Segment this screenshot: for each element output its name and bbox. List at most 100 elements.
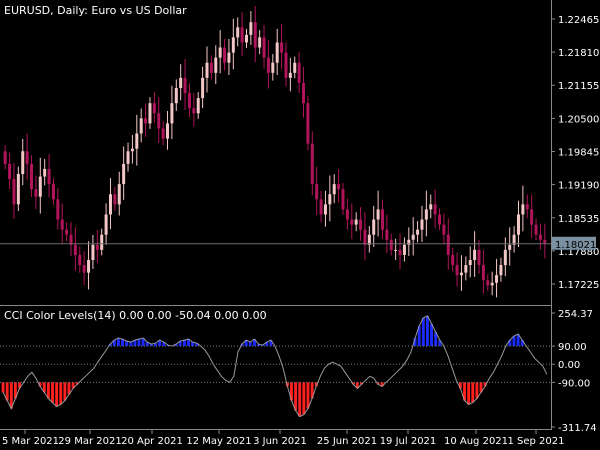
candle-body: [91, 244, 95, 260]
candle-body: [499, 265, 503, 276]
candle-body: [288, 72, 292, 78]
candle-body: [473, 249, 477, 260]
price-tick-label: 1.19190: [558, 181, 599, 192]
candle-body: [376, 209, 380, 220]
chart-canvas: 1.22465 1.21810 1.21155 1.20500 1.19845 1.191…: [0, 0, 599, 447]
candle-body: [538, 234, 542, 240]
candle-body: [446, 234, 450, 255]
candle-body: [332, 184, 336, 195]
candle-body: [25, 151, 29, 164]
candle-body: [385, 229, 389, 240]
price-tick-label: 1.17225: [558, 280, 599, 291]
candle-body: [201, 77, 205, 99]
candle-body: [144, 118, 148, 124]
candle-body: [525, 204, 529, 210]
candle-body: [87, 260, 91, 273]
candle-body: [157, 113, 161, 129]
candle-body: [236, 27, 240, 38]
price-tick-label: 1.18535: [558, 214, 599, 225]
cci-line: [2, 315, 548, 418]
candle-body: [345, 209, 349, 220]
indicator-tick-label: 0.00: [558, 360, 580, 371]
candle-body: [73, 244, 77, 255]
candle-body: [95, 244, 99, 250]
date-tick-label: 5 Mar 2021: [2, 436, 59, 447]
candle-body: [51, 184, 55, 200]
candle-body: [508, 244, 512, 250]
candle-body: [530, 209, 534, 225]
candle-body: [424, 209, 428, 220]
candle-body: [174, 88, 178, 104]
cci-indicator-series[interactable]: [1, 315, 548, 418]
candle-body: [12, 179, 16, 205]
candle-body: [310, 143, 314, 185]
candle-body: [122, 163, 126, 185]
candlestick-series[interactable]: [3, 6, 547, 298]
candle-body: [363, 229, 367, 245]
candle-body: [192, 108, 196, 114]
candle-body: [495, 275, 499, 283]
candle-body: [280, 42, 284, 53]
candle-body: [16, 174, 20, 205]
chart-title: EURUSD, Daily: Euro vs US Dollar: [4, 4, 187, 17]
candle-body: [21, 151, 25, 174]
candle-body: [438, 214, 442, 225]
indicator-title: CCI Color Levels(14) 0.00 0.00 -50.04 0.…: [4, 309, 267, 322]
date-tick-label: 3 Jun 2021: [253, 436, 307, 447]
candle-body: [394, 249, 398, 251]
candle-body: [231, 37, 235, 53]
candle-body: [130, 148, 134, 152]
candle-body: [223, 47, 227, 63]
candle-body: [516, 214, 520, 235]
candle-body: [209, 62, 213, 73]
candle-body: [275, 42, 279, 63]
candle-body: [284, 52, 288, 78]
candle-body: [262, 37, 266, 58]
candle-body: [429, 204, 433, 210]
candle-body: [266, 57, 270, 73]
price-tick-label: 1.20500: [558, 114, 599, 125]
candle-body: [47, 168, 51, 185]
candle-body: [464, 265, 468, 273]
candle-body: [455, 265, 459, 276]
candle-body: [240, 27, 244, 43]
candle-body: [179, 77, 183, 88]
candle-body: [477, 249, 481, 266]
candle-body: [30, 163, 34, 190]
price-tick-label: 1.19845: [558, 147, 599, 158]
candle-body: [293, 62, 297, 73]
candle-body: [490, 282, 494, 286]
candle-body: [65, 229, 69, 235]
date-tick-label: 1 Sep 2021: [507, 436, 564, 447]
candle-body: [135, 133, 139, 149]
candle-body: [442, 224, 446, 235]
candle-body: [306, 103, 310, 144]
candle-body: [420, 219, 424, 230]
date-tick-label: 29 Mar 2021: [58, 436, 121, 447]
candle-body: [227, 52, 231, 63]
candle-body: [433, 204, 437, 215]
candle-body: [196, 98, 200, 114]
candle-body: [389, 239, 393, 250]
candle-body: [187, 93, 191, 109]
candle-body: [534, 224, 538, 235]
candle-body: [249, 22, 253, 35]
candle-body: [117, 184, 121, 205]
trading-chart-window: 1.22465 1.21810 1.21155 1.20500 1.19845 1.191…: [0, 0, 600, 450]
candle-body: [34, 189, 38, 197]
candle-body: [253, 22, 257, 48]
candle-body: [319, 199, 323, 215]
candle-body: [214, 57, 218, 73]
date-axis: 5 Mar 2021 29 Mar 2021 20 Apr 2021 12 May 2…: [2, 430, 565, 447]
candle-body: [521, 204, 525, 215]
candle-body: [104, 214, 108, 235]
candle-body: [113, 194, 117, 205]
candle-body: [398, 249, 402, 255]
price-tick-label: 1.21810: [558, 48, 599, 59]
candle-body: [315, 184, 319, 200]
candle-body: [359, 219, 363, 230]
date-tick-label: 12 May 2021: [186, 436, 251, 447]
candle-body: [354, 219, 358, 225]
candle-body: [82, 265, 86, 273]
date-tick-label: 20 Apr 2021: [121, 436, 183, 447]
